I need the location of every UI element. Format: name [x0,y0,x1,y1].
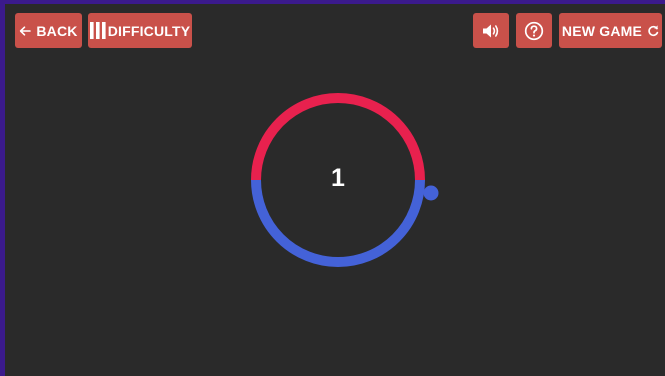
game-area[interactable]: BACK DIFFICULTY NEW GAME 1 [5,4,665,376]
player-ball [423,185,439,201]
score-display: 1 [331,164,345,192]
